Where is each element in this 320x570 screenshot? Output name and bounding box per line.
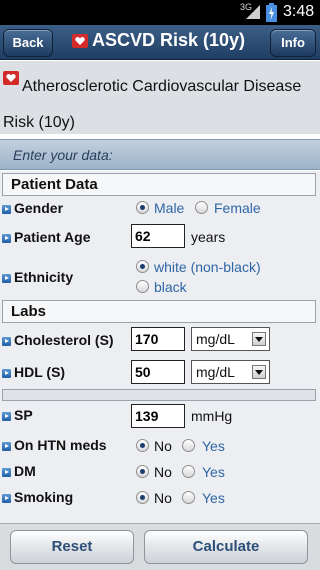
- hdl-unit-select[interactable]: mg/dL: [191, 360, 270, 384]
- sp-unit: mmHg: [191, 408, 233, 424]
- heart-icon: [72, 34, 88, 48]
- calculate-button[interactable]: Calculate: [144, 530, 308, 564]
- row-arrow-icon: [2, 468, 11, 477]
- footer-bar: Reset Calculate: [0, 523, 320, 570]
- calculator-description: Atherosclerotic Cardiovascular Disease R…: [3, 78, 302, 131]
- dm-label: DM: [14, 463, 36, 479]
- htn-meds-yes-radio[interactable]: [182, 439, 195, 452]
- section-divider: [2, 389, 316, 401]
- smoking-no-label[interactable]: No: [154, 490, 172, 506]
- dm-no-label[interactable]: No: [154, 464, 172, 480]
- ethnicity-black-radio[interactable]: [136, 280, 149, 293]
- gender-male-radio[interactable]: [136, 201, 149, 214]
- age-label: Patient Age: [14, 229, 91, 245]
- sp-input[interactable]: 139: [131, 404, 185, 428]
- htn-meds-yes-label[interactable]: Yes: [202, 438, 225, 454]
- signal-icon: [246, 5, 260, 19]
- htn-meds-no-radio[interactable]: [136, 439, 149, 452]
- cholesterol-label: Cholesterol (S): [14, 332, 114, 348]
- row-arrow-icon: [2, 369, 11, 378]
- dm-yes-label[interactable]: Yes: [202, 464, 225, 480]
- chevron-down-icon: [252, 332, 266, 346]
- back-button[interactable]: Back: [3, 29, 53, 57]
- ethnicity-white-radio[interactable]: [136, 260, 149, 273]
- title-bar: Back ASCVD Risk (10y) Info: [0, 25, 320, 60]
- row-arrow-icon: [2, 234, 11, 243]
- cholesterol-input[interactable]: 170: [131, 327, 185, 351]
- hdl-label: HDL (S): [14, 364, 66, 380]
- hdl-input[interactable]: 50: [131, 360, 185, 384]
- hdl-unit-value: mg/dL: [196, 364, 235, 380]
- age-unit: years: [191, 229, 226, 245]
- section-labs: Labs: [2, 300, 316, 323]
- gender-female-label[interactable]: Female: [214, 200, 261, 216]
- clock: 3:48: [283, 3, 315, 20]
- gender-male-label[interactable]: Male: [154, 200, 184, 216]
- smoking-label: Smoking: [14, 489, 74, 505]
- row-arrow-icon: [2, 205, 11, 214]
- gender-label: Gender: [14, 200, 64, 216]
- gender-female-radio[interactable]: [195, 201, 208, 214]
- htn-meds-no-label[interactable]: No: [154, 438, 172, 454]
- row-arrow-icon: [2, 412, 11, 421]
- sp-label: SP: [14, 407, 33, 423]
- cholesterol-unit-select[interactable]: mg/dL: [191, 327, 270, 351]
- status-bar: 3G 3:48: [0, 0, 320, 25]
- row-arrow-icon: [2, 337, 11, 346]
- form-intro: Enter your data:: [13, 147, 113, 163]
- cholesterol-unit-value: mg/dL: [196, 331, 235, 347]
- reset-button[interactable]: Reset: [10, 530, 134, 564]
- smoking-yes-radio[interactable]: [182, 491, 195, 504]
- page-title: ASCVD Risk (10y): [92, 30, 246, 50]
- age-input[interactable]: 62: [131, 224, 185, 248]
- battery-charging-icon: [266, 3, 277, 22]
- smoking-yes-label[interactable]: Yes: [202, 490, 225, 506]
- form-intro-bar: Enter your data:: [0, 139, 320, 170]
- smoking-no-radio[interactable]: [136, 491, 149, 504]
- dm-yes-radio[interactable]: [182, 465, 195, 478]
- row-arrow-icon: [2, 442, 11, 451]
- ethnicity-white-label[interactable]: white (non-black): [154, 259, 261, 275]
- dm-no-radio[interactable]: [136, 465, 149, 478]
- row-arrow-icon: [2, 494, 11, 503]
- ethnicity-label: Ethnicity: [14, 269, 74, 285]
- row-arrow-icon: [2, 274, 11, 283]
- section-patient-data: Patient Data: [2, 173, 316, 196]
- calculator-banner: Atherosclerotic Cardiovascular Disease R…: [0, 61, 320, 134]
- chevron-down-icon: [252, 365, 266, 379]
- info-button[interactable]: Info: [270, 29, 316, 57]
- data-form: Patient Data Gender Male Female Patient …: [0, 171, 320, 523]
- htn-meds-label: On HTN meds: [14, 437, 107, 453]
- ethnicity-black-label[interactable]: black: [154, 279, 187, 295]
